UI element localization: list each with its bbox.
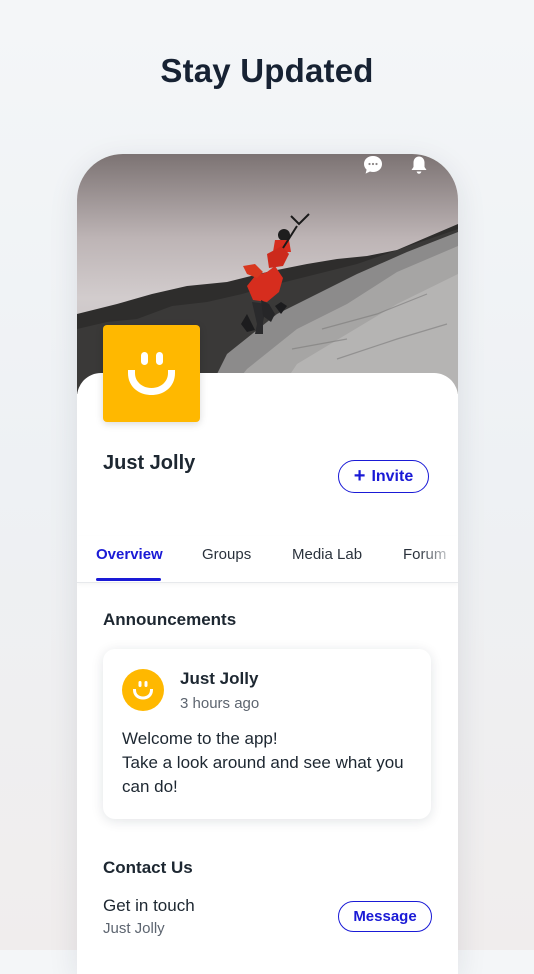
smiley-avatar-icon: [133, 681, 153, 700]
plus-icon: +: [353, 464, 366, 487]
tab-fade: [418, 536, 458, 580]
site-logo: [103, 325, 200, 422]
contact-subtitle: Just Jolly: [103, 920, 165, 937]
message-button[interactable]: Message: [338, 901, 432, 932]
smiley-logo-icon: [128, 352, 175, 395]
tab-bar: Overview Groups Media Lab Forum: [77, 536, 458, 583]
invite-button[interactable]: + Invite: [338, 460, 429, 493]
contact-title: Contact Us: [103, 858, 193, 877]
site-name: Just Jolly: [103, 452, 196, 474]
post-body: Welcome to the app! Take a look around a…: [122, 727, 422, 799]
post-body-line: Take a look around and see what you can …: [122, 753, 404, 796]
contact-label: Get in touch: [103, 896, 195, 915]
bell-icon[interactable]: [408, 154, 430, 176]
announcements-title: Announcements: [103, 610, 237, 629]
page-headline: Stay Updated: [160, 52, 374, 89]
active-tab-indicator: [96, 578, 161, 581]
post-author: Just Jolly: [180, 669, 259, 688]
announcement-post[interactable]: Just Jolly 3 hours ago Welcome to the ap…: [103, 649, 431, 819]
post-body-line: Welcome to the app!: [122, 729, 278, 748]
tab-groups[interactable]: Groups: [202, 546, 251, 563]
tab-overview[interactable]: Overview: [96, 546, 163, 563]
post-timestamp: 3 hours ago: [180, 695, 260, 712]
avatar: [122, 669, 164, 711]
chat-bubble-icon[interactable]: [362, 154, 384, 176]
phone-frame: Just Jolly + Invite Overview Groups Medi…: [77, 154, 458, 974]
invite-label: Invite: [371, 467, 414, 485]
tab-media-lab[interactable]: Media Lab: [292, 546, 362, 563]
